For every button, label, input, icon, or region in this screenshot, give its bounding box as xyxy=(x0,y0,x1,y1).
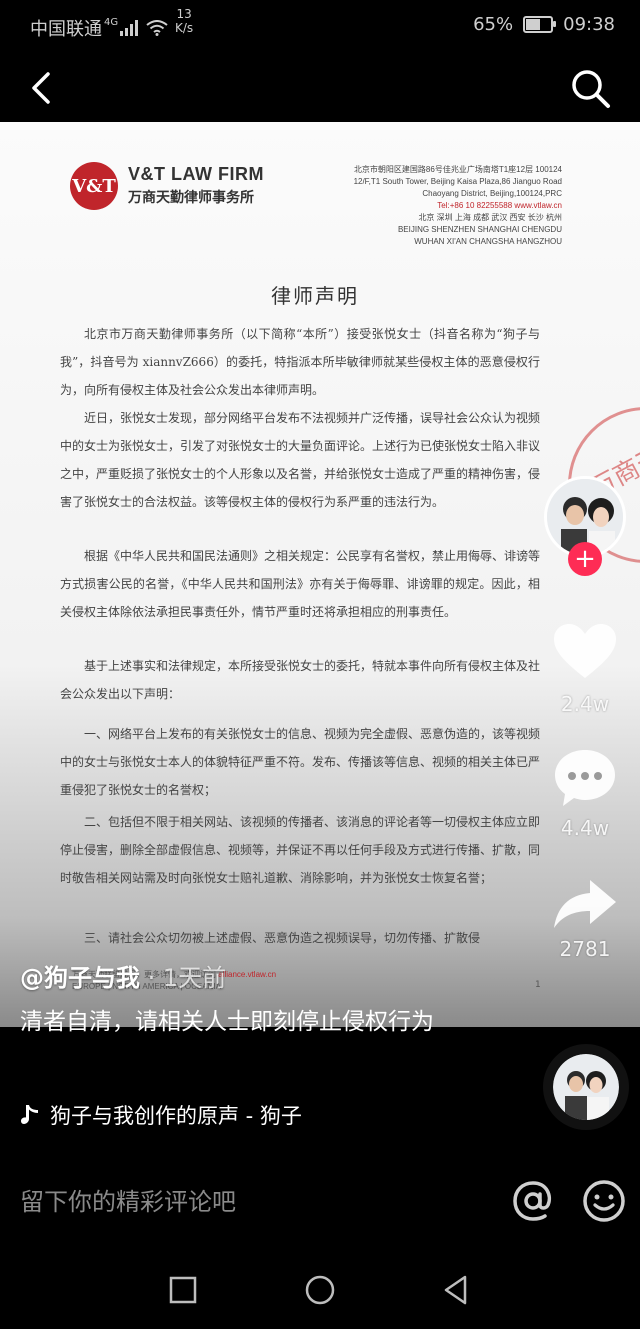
home-icon[interactable] xyxy=(302,1272,338,1308)
carrier-label: 中国联通 xyxy=(30,19,102,40)
like-count: 2.4w xyxy=(560,692,610,716)
law-firm-statement-document: V&T V&T LAW FIRM 万商天勤律师事务所 北京市朝阳区建国路86号佳… xyxy=(60,142,570,1022)
at-mention-icon[interactable] xyxy=(510,1178,556,1224)
address-line: BEIJING SHENZHEN SHANGHAI CHENGDU xyxy=(397,225,562,234)
net-speed-unit: K/s xyxy=(175,21,194,35)
author-name[interactable]: @狗子与我 xyxy=(20,964,140,992)
comment-bar xyxy=(0,1160,640,1250)
chevron-left-icon[interactable] xyxy=(22,68,62,108)
system-nav-bar xyxy=(0,1250,640,1329)
follow-button[interactable]: + xyxy=(568,542,602,576)
disc-cover-icon xyxy=(553,1054,619,1120)
comment-bubble-icon[interactable] xyxy=(553,748,617,808)
page-number: 1 xyxy=(535,980,541,990)
firm-name-cn: 万商天勤律师事务所 xyxy=(128,190,254,206)
document-title: 律师声明 xyxy=(271,284,359,308)
music-info[interactable]: 狗子与我创作的原声 - 狗子 xyxy=(20,1100,350,1130)
like-heart-icon[interactable] xyxy=(552,622,618,680)
battery-fill xyxy=(526,19,541,30)
search-icon[interactable] xyxy=(568,66,612,110)
address-line: 北京 深圳 上海 成都 武汉 西安 长沙 杭州 xyxy=(418,213,562,222)
firm-address: 北京市朝阳区建国路86号佳兆业广场南塔T1座12层 100124 12/F,T1… xyxy=(327,164,562,248)
share-count: 2781 xyxy=(559,937,611,961)
battery-icon xyxy=(523,16,557,33)
comment-input[interactable] xyxy=(20,1182,480,1222)
network-type: 4G xyxy=(104,16,119,28)
document-paragraph: 近日，张悦女士发现，部分网络平台发布不法视频并广泛传播，误导社会公众认为视频中的… xyxy=(60,411,541,509)
status-left: 中国联通 4G xyxy=(30,15,168,41)
post-author-line[interactable]: @狗子与我 · 1天前 xyxy=(20,958,226,993)
document-paragraph: 三、请社会公众切勿被上述虚假、恶意伪造之视频误导，切勿传播、扩散侵 xyxy=(84,931,481,945)
comment-count: 4.4w xyxy=(560,816,610,840)
music-disc[interactable] xyxy=(543,1044,629,1130)
address-line: Chaoyang District, Beijing,100124,PRC xyxy=(422,189,562,198)
document-paragraph: 一、网络平台上发布的有关张悦女士的信息、视频为完全虚假、恶意伪造的，该等视频中的… xyxy=(60,727,541,797)
battery-percent: 65% xyxy=(473,14,514,35)
wifi-icon xyxy=(146,20,168,36)
music-title: 狗子与我创作的原声 - 狗子 xyxy=(50,1104,302,1128)
video-player[interactable]: V&T V&T LAW FIRM 万商天勤律师事务所 北京市朝阳区建国路86号佳… xyxy=(0,122,640,1027)
music-note-icon xyxy=(21,1105,38,1124)
document-paragraph: 基于上述事实和法律规定，本所接受张悦女士的委托，特就本事件向所有侵权主体及社会公… xyxy=(60,659,541,701)
firm-logo: V&T xyxy=(70,162,118,210)
recent-apps-icon[interactable] xyxy=(165,1272,201,1308)
firm-name-en: V&T LAW FIRM xyxy=(128,164,264,184)
signal-icon xyxy=(120,20,139,36)
footer-link: alliance.vtlaw.cn xyxy=(218,970,277,979)
status-right: 65% 09:38 xyxy=(473,14,615,35)
address-line: WUHAN XI'AN CHANGSHA HANGZHOU xyxy=(414,237,562,246)
address-line: 12/F,T1 South Tower, Beijing Kaisa Plaza… xyxy=(353,177,562,186)
address-line: 北京市朝阳区建国路86号佳兆业广场南塔T1座12层 100124 xyxy=(353,165,562,174)
emoji-icon[interactable] xyxy=(582,1179,626,1223)
clock: 09:38 xyxy=(563,14,615,35)
address-line: Tel:+86 10 82255588 www.vtlaw.cn xyxy=(437,201,562,210)
back-triangle-icon[interactable] xyxy=(438,1272,474,1308)
share-arrow-icon[interactable] xyxy=(552,876,618,932)
document-paragraph: 北京市万商天勤律师事务所（以下简称“本所”）接受张悦女士（抖音名称为“狗子与我”… xyxy=(60,327,540,397)
status-bar: 中国联通 4G 13 K/s 65% 09:38 xyxy=(0,0,640,52)
post-caption: 清者自清，请相关人士即刻停止侵权行为 xyxy=(20,1009,434,1035)
net-speed-value: 13 xyxy=(176,7,192,21)
post-time: · 1天前 xyxy=(140,964,227,992)
document-paragraph: 根据《中华人民共和国民法通则》之相关规定：公民享有名誉权，禁止用侮辱、诽谤等方式… xyxy=(60,549,541,619)
net-speed: 13 K/s xyxy=(175,7,193,35)
top-nav xyxy=(0,52,640,122)
document-paragraph: 二、包括但不限于相关网站、该视频的传播者、该消息的评论者等一切侵权主体应立即停止… xyxy=(60,815,541,885)
